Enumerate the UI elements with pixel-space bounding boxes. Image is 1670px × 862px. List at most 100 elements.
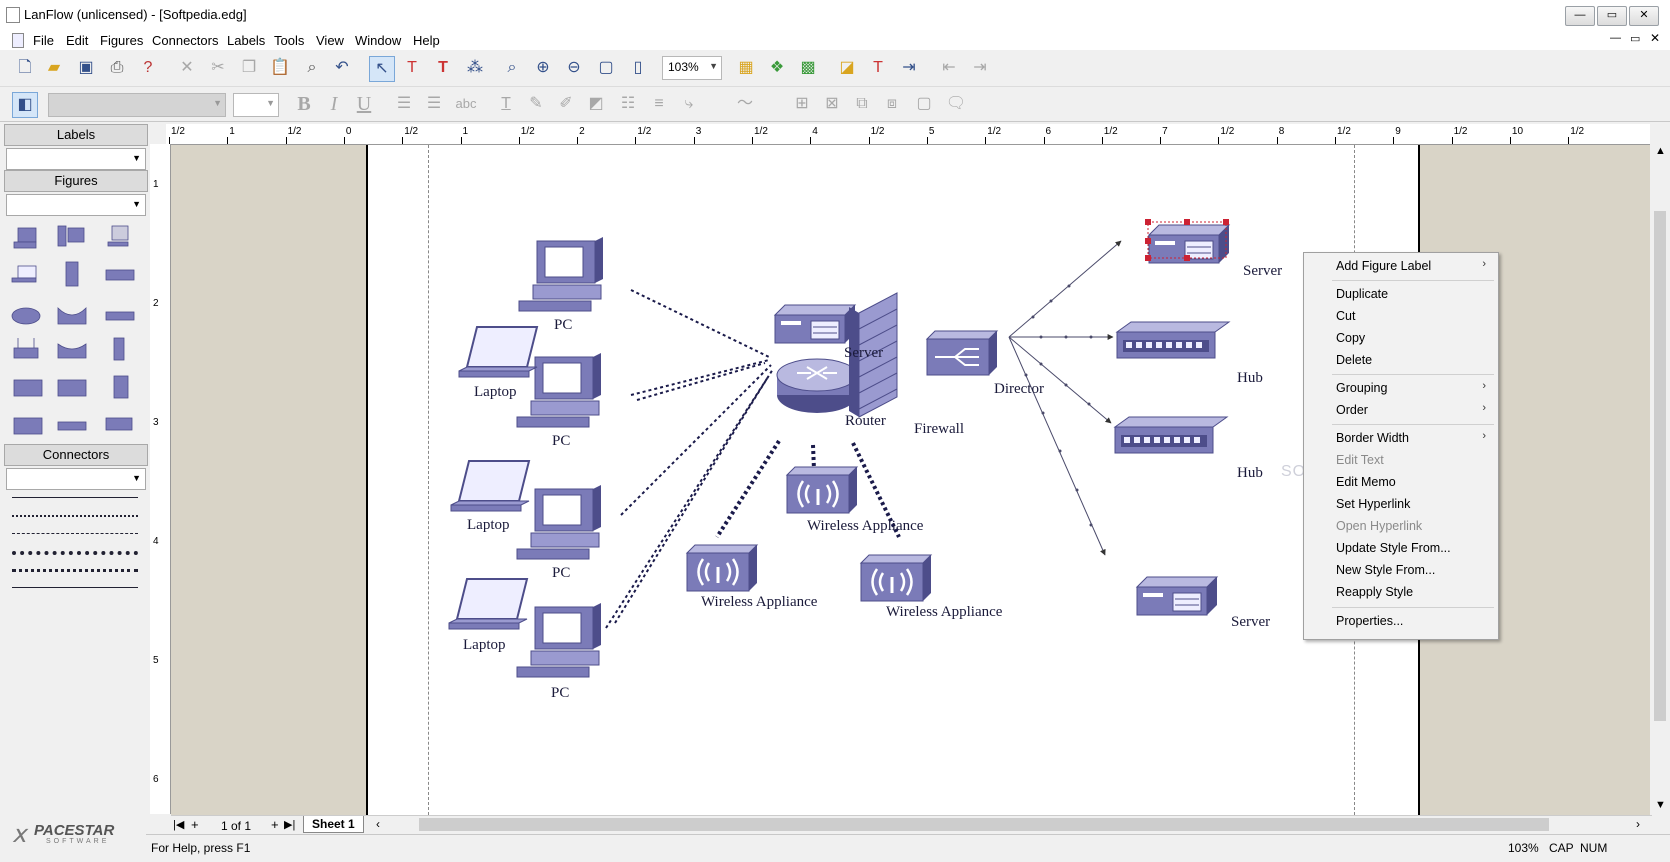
connector-beaded[interactable]	[12, 569, 138, 572]
zoom-icon[interactable]: ⌕	[500, 56, 524, 80]
ctx-edit-text[interactable]: Edit Text	[1336, 453, 1384, 467]
connector-solid[interactable]	[12, 497, 138, 498]
last-sheet-icon[interactable]: ▶|	[284, 818, 295, 831]
open-icon[interactable]: ▰	[42, 56, 66, 80]
line-color-icon[interactable]: ✎	[524, 92, 548, 116]
palette-pc-icon[interactable]	[13, 227, 37, 249]
ctx-order[interactable]: Order	[1336, 403, 1368, 417]
ctx-copy[interactable]: Copy	[1336, 331, 1365, 345]
palette-terminal-icon[interactable]	[107, 225, 129, 247]
grid-icon[interactable]: ▦	[734, 56, 758, 80]
save-icon[interactable]: ▣	[74, 56, 98, 80]
connector-arrowed[interactable]	[12, 587, 138, 588]
back-icon[interactable]: ⇤	[937, 56, 961, 80]
laptop-3-figure[interactable]	[448, 578, 528, 630]
menu-tools[interactable]: Tools	[274, 33, 304, 48]
palette-modem-icon[interactable]	[105, 311, 135, 321]
labels-combo[interactable]: ▼	[6, 148, 146, 170]
mdi-close-icon[interactable]: ✕	[1650, 31, 1660, 45]
palette-workstation-icon[interactable]	[57, 225, 85, 247]
ctx-set-hyperlink[interactable]: Set Hyperlink	[1336, 497, 1410, 511]
ctx-cut[interactable]: Cut	[1336, 309, 1355, 323]
zoom-in-icon[interactable]: ⊕	[531, 56, 555, 80]
add-sheet-icon[interactable]: +	[191, 817, 199, 832]
fill-icon[interactable]: ◩	[584, 92, 608, 116]
first-sheet-icon[interactable]: |◀	[173, 818, 184, 831]
zoom-fit-icon[interactable]: ▯	[626, 56, 650, 80]
group-icon[interactable]: ⧉	[850, 92, 874, 116]
wireless-3-figure[interactable]	[859, 553, 933, 603]
menu-view[interactable]: View	[316, 33, 344, 48]
mdi-restore-icon[interactable]: ▭	[1630, 32, 1640, 45]
select-pointer-icon[interactable]: ↖	[369, 56, 395, 82]
connect-tool-icon[interactable]: ⁂	[463, 56, 487, 80]
vertical-scrollbar[interactable]: ▲ ▼	[1650, 145, 1670, 815]
laptop-1-figure[interactable]	[458, 326, 538, 378]
undo-icon[interactable]: ↶	[330, 56, 354, 80]
library-icon[interactable]: ◪	[835, 56, 859, 80]
wireless-1-figure[interactable]	[785, 465, 859, 515]
pc-1-figure[interactable]	[518, 236, 604, 312]
scroll-left-icon[interactable]: ‹	[376, 817, 380, 831]
palette-router-icon[interactable]	[11, 307, 41, 325]
pc-2-figure[interactable]	[516, 352, 602, 428]
menu-labels[interactable]: Labels	[227, 33, 265, 48]
palette-concentrator-icon[interactable]	[57, 343, 87, 359]
text-color-icon[interactable]: T̲	[494, 92, 518, 116]
panel-toggle-icon[interactable]: ◧	[12, 92, 38, 118]
server-3-figure[interactable]	[1136, 576, 1218, 616]
distribute-icon[interactable]: ⊠	[820, 92, 844, 116]
connector-dotted[interactable]	[12, 515, 138, 517]
ctx-new-style[interactable]: New Style From...	[1336, 563, 1435, 577]
print-icon[interactable]: ⎙	[105, 56, 129, 80]
vertical-scrollbar-thumb[interactable]	[1654, 211, 1666, 721]
figures-header[interactable]: Figures	[4, 170, 148, 192]
connector-style-icon[interactable]: ⇥	[897, 56, 921, 80]
ctx-reapply-style[interactable]: Reapply Style	[1336, 585, 1413, 599]
scroll-down-icon[interactable]: ▼	[1655, 799, 1666, 811]
zoom-out-icon[interactable]: ⊖	[562, 56, 586, 80]
align-objects-icon[interactable]: ⊞	[790, 92, 814, 116]
palette-firewall-icon[interactable]	[113, 375, 129, 399]
menu-window[interactable]: Window	[355, 33, 401, 48]
new-icon[interactable]: 🗋	[13, 56, 37, 80]
menu-edit[interactable]: Edit	[66, 33, 88, 48]
connector-dashed[interactable]	[12, 533, 138, 534]
menu-help[interactable]: Help	[413, 33, 440, 48]
zoom-page-icon[interactable]: ▢	[594, 56, 618, 80]
find-icon[interactable]: ⌕	[300, 56, 324, 80]
paste-icon[interactable]: 📋	[268, 56, 292, 80]
palette-director-icon[interactable]	[13, 379, 43, 397]
connectors-header[interactable]: Connectors	[4, 444, 148, 466]
zoom-combo[interactable]: 103% ▼	[662, 56, 722, 80]
ctx-add-figure-label[interactable]: Add Figure Label	[1336, 259, 1431, 273]
menu-connectors[interactable]: Connectors	[152, 33, 218, 48]
line-width-icon[interactable]: ≡	[647, 92, 671, 116]
ungroup-icon[interactable]: ⧈	[880, 92, 904, 116]
align-justify-icon[interactable]: ☰	[422, 92, 446, 116]
figure-palette[interactable]	[6, 216, 146, 456]
add-sheet-end-icon[interactable]: +	[271, 817, 279, 832]
palette-wireless-icon[interactable]	[13, 417, 43, 435]
pen-icon[interactable]: ✐	[554, 92, 578, 116]
align-left-icon[interactable]: ☰	[392, 92, 416, 116]
delete-icon[interactable]: ✕	[175, 56, 199, 80]
maximize-button[interactable]: ▭	[1597, 6, 1627, 26]
connector-heavy-dotted[interactable]	[12, 551, 138, 555]
ctx-open-hyperlink[interactable]: Open Hyperlink	[1336, 519, 1422, 533]
palette-access-point-icon[interactable]	[13, 338, 39, 359]
director-figure[interactable]	[925, 330, 999, 376]
ctx-edit-memo[interactable]: Edit Memo	[1336, 475, 1396, 489]
gallery-icon[interactable]: ❖	[765, 56, 789, 80]
hub-1-figure[interactable]	[1116, 321, 1230, 359]
arrow-style-icon[interactable]: ⤷	[677, 92, 701, 116]
palette-tower-icon[interactable]	[65, 261, 79, 287]
connectors-combo[interactable]: ▼	[6, 468, 146, 490]
palette-switch-icon[interactable]	[105, 269, 135, 281]
pc-4-figure[interactable]	[516, 602, 602, 678]
text-tool-icon[interactable]: T	[400, 56, 424, 80]
menu-file[interactable]: File	[33, 33, 54, 48]
spellcheck-button[interactable]: abc	[454, 92, 478, 116]
close-button[interactable]: ✕	[1629, 6, 1659, 26]
palette-repeater-icon[interactable]	[105, 417, 133, 431]
